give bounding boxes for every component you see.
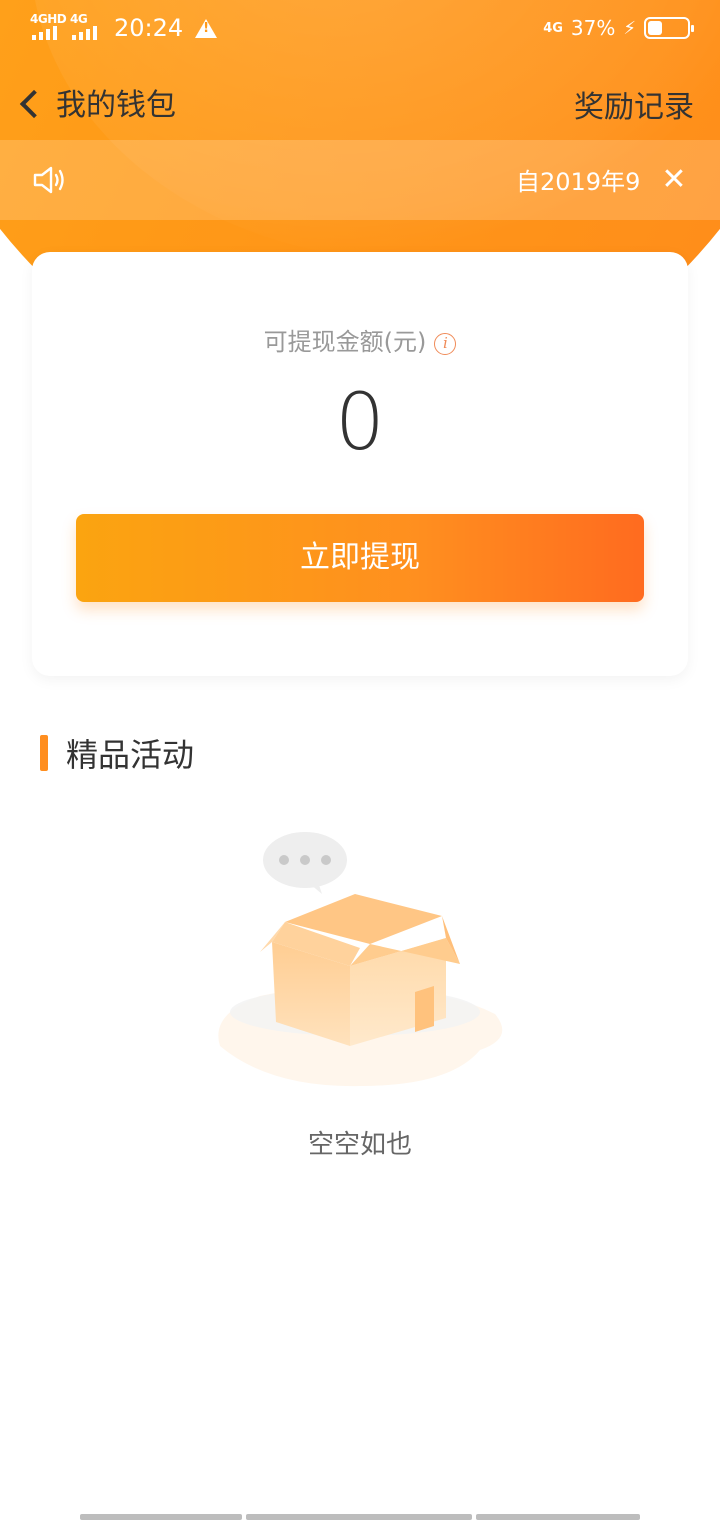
battery-percent: 37% (570, 16, 616, 40)
sim1-label: 4GHD (30, 12, 67, 26)
close-icon[interactable]: ✕ (652, 158, 696, 202)
notice-text: 自2019年9 (516, 168, 641, 196)
signal-sim1-icon: 4GHD (30, 12, 67, 40)
section-accent-bar (40, 735, 48, 771)
reward-records-link[interactable]: 奖励记录 (574, 82, 694, 126)
balance-amount: 0 (335, 378, 385, 468)
withdraw-button[interactable]: 立即提现 (76, 514, 644, 602)
status-time: 20:24 (114, 14, 184, 42)
gesture-bar (80, 1514, 640, 1520)
info-icon[interactable]: i (434, 333, 457, 355)
empty-state-text: 空空如也 (307, 1130, 412, 1160)
status-bar: 4GHD 4G 20:24 4G 37% ⚡ (0, 0, 720, 56)
page-title: 我的钱包 (56, 88, 176, 123)
notice-bar: 自2019年9 ✕ (0, 140, 720, 220)
gesture-segment-center[interactable] (246, 1514, 472, 1520)
balance-label: 可提现金额(元) (263, 328, 427, 356)
wallet-page: 4GHD 4G 20:24 4G 37% ⚡ 我的钱包 奖励记录 (0, 0, 720, 1520)
chevron-left-icon (18, 90, 42, 114)
battery-icon (644, 17, 694, 39)
balance-label-row: 可提现金额(元) i (32, 322, 688, 357)
gesture-segment-left[interactable] (80, 1514, 242, 1520)
balance-card: 可提现金额(元) i 0 立即提现 (32, 252, 688, 676)
section-title: 精品活动 (66, 736, 195, 774)
signal-sim2-icon: 4G (70, 12, 102, 40)
warning-icon (195, 18, 218, 38)
battery-fill (648, 21, 663, 35)
nav-bar: 我的钱包 奖励记录 (0, 64, 720, 140)
gesture-segment-right[interactable] (476, 1514, 640, 1520)
network-4g-icon: 4G (543, 20, 563, 36)
section-header: 精品活动 (40, 732, 194, 774)
status-right: 4G 37% ⚡ (543, 16, 694, 40)
sim2-label: 4G (70, 12, 88, 26)
back-button[interactable]: 我的钱包 (18, 80, 176, 124)
speaker-icon (33, 166, 64, 194)
status-left: 4GHD 4G 20:24 (30, 12, 218, 42)
charging-icon: ⚡ (623, 17, 636, 39)
empty-box-icon (218, 832, 503, 1087)
